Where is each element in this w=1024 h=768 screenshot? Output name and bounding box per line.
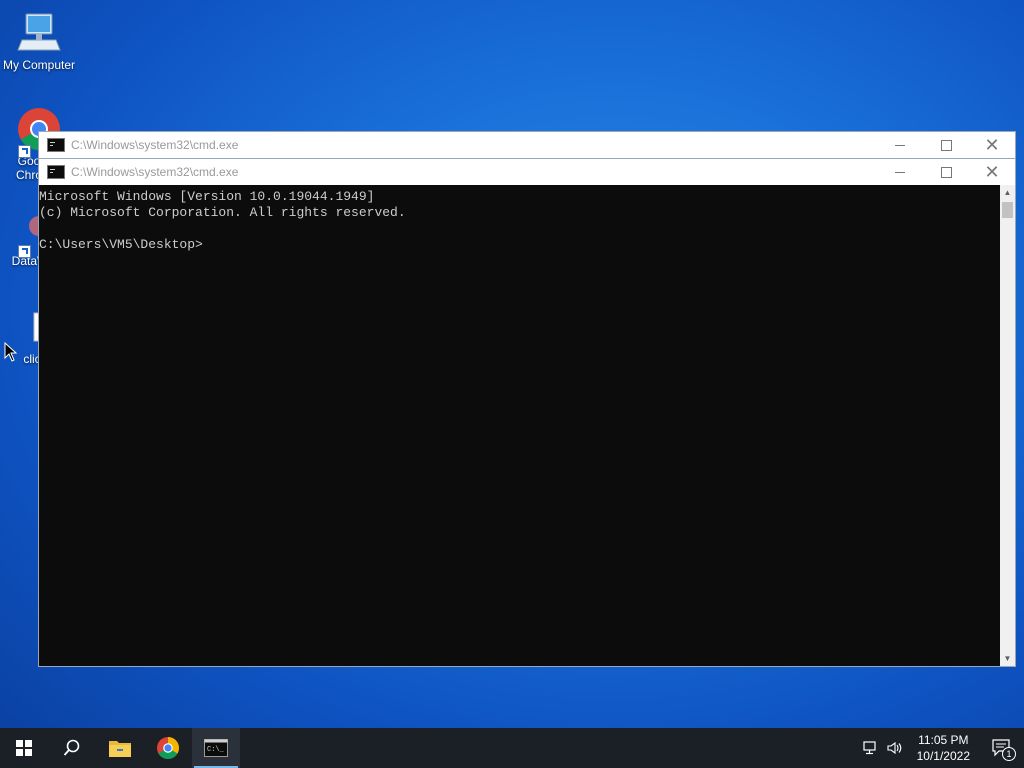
notification-center-button[interactable]: 1 xyxy=(980,728,1024,768)
shortcut-arrow-icon xyxy=(18,145,31,158)
search-button[interactable] xyxy=(48,728,96,768)
maximize-button[interactable] xyxy=(923,159,969,185)
window-titlebar[interactable]: C:\Windows\system32\cmd.exe ✕ xyxy=(39,132,1015,158)
desktop-icon-my-computer[interactable]: My Computer xyxy=(0,10,78,72)
notification-count-badge: 1 xyxy=(1002,747,1016,761)
window-titlebar[interactable]: C:\Windows\system32\cmd.exe ✕ xyxy=(39,159,1015,185)
taskbar: C:\_ 11:05 PM 10/1/2022 1 xyxy=(0,728,1024,768)
window-title: C:\Windows\system32\cmd.exe xyxy=(71,165,239,179)
cmd-window-front[interactable]: C:\Windows\system32\cmd.exe ✕ Microsoft … xyxy=(38,158,1016,667)
scroll-up-icon[interactable]: ▲ xyxy=(1000,185,1015,200)
desktop-icon-label: My Computer xyxy=(2,58,76,72)
cmd-taskbar-button[interactable]: C:\_ xyxy=(192,728,240,768)
computer-icon xyxy=(16,10,62,56)
vertical-scrollbar[interactable]: ▲ ▼ xyxy=(1000,185,1015,666)
minimize-button[interactable] xyxy=(877,132,923,158)
file-explorer-button[interactable] xyxy=(96,728,144,768)
svg-text:C:\_: C:\_ xyxy=(207,746,225,754)
chrome-icon xyxy=(157,737,179,759)
system-tray: 11:05 PM 10/1/2022 1 xyxy=(859,728,1024,768)
network-icon[interactable] xyxy=(859,728,883,768)
window-title: C:\Windows\system32\cmd.exe xyxy=(71,138,239,152)
clock-time: 11:05 PM xyxy=(918,733,969,747)
scroll-down-icon[interactable]: ▼ xyxy=(1000,651,1015,666)
shortcut-arrow-icon xyxy=(18,245,31,258)
windows-logo-icon xyxy=(16,740,32,756)
maximize-button[interactable] xyxy=(923,132,969,158)
scrollbar-thumb[interactable] xyxy=(1002,202,1013,218)
start-button[interactable] xyxy=(0,728,48,768)
console-output[interactable]: Microsoft Windows [Version 10.0.19044.19… xyxy=(39,185,1000,666)
console-line: (c) Microsoft Corporation. All rights re… xyxy=(39,205,406,220)
chrome-taskbar-button[interactable] xyxy=(144,728,192,768)
close-button[interactable]: ✕ xyxy=(969,159,1015,185)
console-prompt[interactable]: C:\Users\VM5\Desktop> xyxy=(39,237,1000,253)
console-line: Microsoft Windows [Version 10.0.19044.19… xyxy=(39,189,375,204)
cmd-icon xyxy=(47,165,65,179)
minimize-button[interactable] xyxy=(877,159,923,185)
clock[interactable]: 11:05 PM 10/1/2022 xyxy=(907,732,980,764)
clock-date: 10/1/2022 xyxy=(916,749,970,763)
mouse-cursor-icon xyxy=(4,341,18,367)
search-icon xyxy=(63,739,80,756)
folder-icon xyxy=(109,741,131,757)
cmd-icon: C:\_ xyxy=(204,739,228,757)
close-button[interactable]: ✕ xyxy=(969,132,1015,158)
cmd-icon xyxy=(47,138,65,152)
volume-icon[interactable] xyxy=(883,728,907,768)
